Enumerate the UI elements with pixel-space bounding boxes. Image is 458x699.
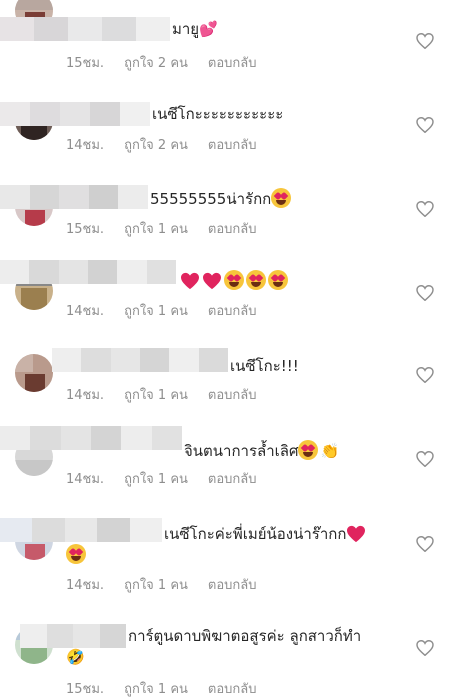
heart-icon[interactable] bbox=[416, 33, 434, 49]
heart-icon[interactable] bbox=[416, 285, 434, 301]
likes-count[interactable]: ถูกใจ 2 คน bbox=[124, 56, 188, 71]
heart-eyes-emoji bbox=[224, 270, 244, 290]
heart-eyes-emoji bbox=[66, 544, 86, 564]
comment-text: 55555555น่ารักก bbox=[150, 188, 293, 209]
rofl-emoji: 🤣 bbox=[66, 648, 85, 666]
heart-eyes-emoji bbox=[268, 270, 288, 290]
red-heart-emoji bbox=[346, 525, 366, 545]
likes-count[interactable]: ถูกใจ 1 คน bbox=[124, 682, 188, 697]
timestamp: 14ชม. bbox=[66, 138, 105, 153]
heart-icon[interactable] bbox=[416, 451, 434, 467]
heart-icon[interactable] bbox=[416, 367, 434, 383]
timestamp: 14ชม. bbox=[66, 472, 105, 487]
heart-icon[interactable] bbox=[416, 536, 434, 552]
comment-meta: 15ชม. ถูกใจ 1 คน ตอบกลับ bbox=[66, 218, 277, 239]
likes-count[interactable]: ถูกใจ 1 คน bbox=[124, 388, 188, 403]
likes-count[interactable]: ถูกใจ 1 คน bbox=[124, 578, 188, 593]
username-blurred[interactable] bbox=[0, 185, 148, 209]
reply-link[interactable]: ตอบกลับ bbox=[208, 304, 257, 319]
comment-text: เนซึโกะะะะะะะะะะะ bbox=[152, 105, 284, 123]
reply-link[interactable]: ตอบกลับ bbox=[208, 138, 257, 153]
comment-text-line2: 🤣 bbox=[66, 647, 85, 667]
emoji: 💕 bbox=[199, 20, 218, 38]
heart-eyes-emoji bbox=[298, 440, 319, 460]
comment-meta: 15ชม. ถูกใจ 2 คน ตอบกลับ bbox=[66, 52, 277, 73]
likes-count[interactable]: ถูกใจ 1 คน bbox=[124, 222, 188, 237]
reply-link[interactable]: ตอบกลับ bbox=[208, 388, 257, 403]
comment-meta: 14ชม. ถูกใจ 1 คน ตอบกลับ bbox=[66, 384, 277, 405]
likes-count[interactable]: ถูกใจ 2 คน bbox=[124, 138, 188, 153]
username-blurred[interactable] bbox=[52, 348, 228, 372]
username-blurred[interactable] bbox=[20, 624, 126, 648]
reply-link[interactable]: ตอบกลับ bbox=[208, 682, 257, 697]
timestamp: 14ชม. bbox=[66, 304, 105, 319]
comment-text bbox=[180, 270, 290, 292]
comment-meta: 14ชม. ถูกใจ 2 คน ตอบกลับ bbox=[66, 134, 277, 155]
comment-text: การ์ตูนดาบพิฆาตอสูรค่ะ ลูกสาวก็ทำ bbox=[128, 627, 362, 645]
heart-eyes-emoji bbox=[246, 270, 266, 290]
timestamp: 15ชม. bbox=[66, 56, 105, 71]
reply-link[interactable]: ตอบกลับ bbox=[208, 472, 257, 487]
comment-text-line2 bbox=[66, 544, 88, 565]
timestamp: 15ชม. bbox=[66, 222, 105, 237]
clapping-emoji: 👏 bbox=[320, 442, 340, 460]
reply-link[interactable]: ตอบกลับ bbox=[208, 578, 257, 593]
red-heart-emoji bbox=[180, 272, 200, 292]
username-blurred[interactable] bbox=[0, 518, 162, 542]
timestamp: 15ชม. bbox=[66, 682, 105, 697]
heart-icon[interactable] bbox=[416, 201, 434, 217]
heart-eyes-emoji bbox=[271, 188, 292, 208]
comment-text: เนซึโกะ!!! bbox=[230, 357, 299, 375]
reply-link[interactable]: ตอบกลับ bbox=[208, 222, 257, 237]
comment-meta: 14ชม. ถูกใจ 1 คน ตอบกลับ bbox=[66, 300, 277, 321]
likes-count[interactable]: ถูกใจ 1 คน bbox=[124, 472, 188, 487]
likes-count[interactable]: ถูกใจ 1 คน bbox=[124, 304, 188, 319]
red-heart-emoji bbox=[202, 272, 222, 292]
timestamp: 14ชม. bbox=[66, 388, 105, 403]
username-blurred[interactable] bbox=[0, 426, 182, 450]
heart-icon[interactable] bbox=[416, 117, 434, 133]
username-blurred[interactable] bbox=[0, 17, 170, 41]
comment-text: จินตนาการล้ำเลิศ 👏 bbox=[184, 440, 340, 460]
reply-link[interactable]: ตอบกลับ bbox=[208, 56, 257, 71]
comment-text: มายู💕 bbox=[172, 20, 218, 38]
comment-text: เนซึโกะค่ะพี่เมย์น้องน่าร๊ากก bbox=[164, 524, 368, 545]
username-blurred[interactable] bbox=[0, 102, 150, 126]
username-blurred[interactable] bbox=[0, 260, 176, 284]
comment-meta: 14ชม. ถูกใจ 1 คน ตอบกลับ bbox=[66, 468, 277, 489]
heart-icon[interactable] bbox=[416, 640, 434, 656]
avatar[interactable] bbox=[15, 354, 53, 392]
comment-meta: 14ชม. ถูกใจ 1 คน ตอบกลับ bbox=[66, 574, 277, 595]
timestamp: 14ชม. bbox=[66, 578, 105, 593]
